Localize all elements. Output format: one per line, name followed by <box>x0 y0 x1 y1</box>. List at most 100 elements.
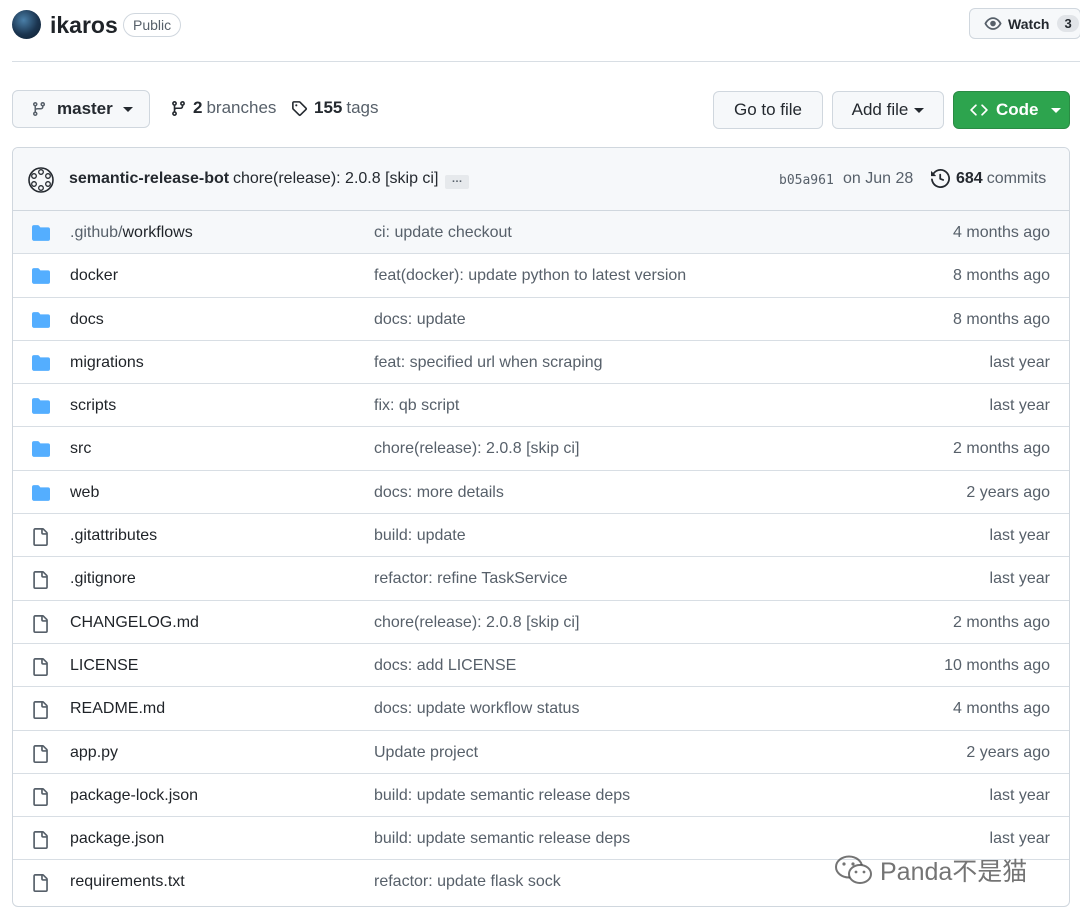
folder-icon <box>31 440 51 463</box>
code-label: Code <box>996 100 1039 119</box>
expand-commit-button[interactable]: … <box>445 174 469 189</box>
branches-label: branches <box>206 98 277 117</box>
file-row[interactable]: package-lock.json build: update semantic … <box>13 774 1069 818</box>
file-name[interactable]: src <box>70 440 91 457</box>
file-name[interactable]: web <box>70 484 99 501</box>
file-commit-message[interactable]: fix: qb script <box>374 397 459 415</box>
file-name[interactable]: .gitattributes <box>70 527 157 544</box>
file-name-link[interactable]: package-lock.json <box>70 787 198 805</box>
file-commit-message[interactable]: chore(release): 2.0.8 [skip ci] <box>374 440 579 458</box>
file-row[interactable]: src chore(release): 2.0.8 [skip ci] 2 mont… <box>13 427 1069 471</box>
file-commit-message[interactable]: docs: add LICENSE <box>374 657 516 675</box>
file-commit-message[interactable]: feat: specified url when scraping <box>374 354 603 372</box>
commit-date: on Jun 28 <box>843 170 914 187</box>
file-list: .github/workflows ci: update checkout 4 mo… <box>13 211 1069 904</box>
file-commit-message[interactable]: build: update semantic release deps <box>374 787 630 805</box>
file-row[interactable]: scripts fix: qb script last year <box>13 384 1069 428</box>
file-row[interactable]: .github/workflows ci: update checkout 4 mo… <box>13 211 1069 255</box>
commits-history-link[interactable]: 684 commits <box>931 169 1046 188</box>
file-name[interactable]: package-lock.json <box>70 787 198 804</box>
repo-avatar[interactable] <box>12 10 41 39</box>
file-commit-message[interactable]: refactor: update flask sock <box>374 873 561 891</box>
file-commit-age: 2 years ago <box>966 743 1050 761</box>
file-commit-age: 2 years ago <box>966 483 1050 501</box>
file-commit-message[interactable]: docs: update <box>374 311 466 329</box>
file-name[interactable]: LICENSE <box>70 657 138 674</box>
file-row[interactable]: docs docs: update 8 months ago <box>13 298 1069 341</box>
file-icon <box>31 830 49 855</box>
go-to-file-button[interactable]: Go to file <box>713 91 823 129</box>
file-name[interactable]: CHANGELOG.md <box>70 614 199 631</box>
file-commit-age: 4 months ago <box>953 224 1050 241</box>
go-to-file-label: Go to file <box>733 100 803 119</box>
branches-link[interactable]: 2 branches <box>170 98 276 118</box>
commits-count: 684 <box>956 169 983 187</box>
file-name-link[interactable]: requirements.txt <box>70 873 185 891</box>
file-name[interactable]: package.json <box>70 830 164 847</box>
file-name-link[interactable]: .github/workflows <box>70 224 193 242</box>
file-commit-age: last year <box>989 397 1050 415</box>
file-name-link[interactable]: .gitattributes <box>70 527 157 545</box>
file-name[interactable]: migrations <box>70 354 144 371</box>
file-name-link[interactable]: LICENSE <box>70 657 138 675</box>
branch-select-button[interactable]: master <box>12 90 150 128</box>
file-icon <box>31 873 49 898</box>
bot-avatar-icon[interactable] <box>27 166 55 194</box>
commit-sha[interactable]: b05a961 <box>779 173 834 188</box>
file-row[interactable]: .gitattributes build: update last year <box>13 514 1069 558</box>
chevron-down-icon <box>914 107 925 113</box>
file-icon <box>31 527 49 552</box>
commit-author[interactable]: semantic-release-bot <box>69 170 229 188</box>
file-name-link[interactable]: CHANGELOG.md <box>70 614 199 632</box>
repo-header: ikaros Public Watch 3 <box>12 8 1080 44</box>
file-name-link[interactable]: package.json <box>70 830 164 848</box>
file-name-link[interactable]: docker <box>70 267 118 285</box>
file-icon <box>31 570 49 595</box>
file-name[interactable]: docker <box>70 267 118 284</box>
watch-button[interactable]: Watch 3 <box>969 8 1080 39</box>
file-commit-age: 10 months ago <box>944 656 1050 674</box>
file-row[interactable]: docker feat(docker): update python to lat… <box>13 254 1069 298</box>
file-name[interactable]: app.py <box>70 744 118 761</box>
commit-message[interactable]: chore(release): 2.0.8 [skip ci] <box>233 170 438 188</box>
file-row[interactable]: README.md docs: update workflow status 4 m… <box>13 687 1069 731</box>
file-commit-message[interactable]: ci: update checkout <box>374 224 512 242</box>
file-commit-message[interactable]: feat(docker): update python to latest ve… <box>374 267 686 285</box>
file-commit-message[interactable]: chore(release): 2.0.8 [skip ci] <box>374 614 579 632</box>
file-name-link[interactable]: docs <box>70 311 104 329</box>
repo-name[interactable]: ikaros <box>50 10 118 40</box>
wechat-icon <box>835 855 872 884</box>
file-name-link[interactable]: migrations <box>70 354 144 372</box>
file-name[interactable]: docs <box>70 311 104 328</box>
file-icon <box>31 787 49 812</box>
file-name[interactable]: scripts <box>70 397 116 414</box>
file-name[interactable]: README.md <box>70 700 165 717</box>
file-name-link[interactable]: README.md <box>70 700 165 718</box>
code-button[interactable]: Code <box>953 91 1070 129</box>
add-file-button[interactable]: Add file <box>832 91 944 129</box>
file-commit-message[interactable]: docs: update workflow status <box>374 700 579 718</box>
file-commit-message[interactable]: Update project <box>374 744 478 762</box>
file-row[interactable]: migrations feat: specified url when scrap… <box>13 341 1069 385</box>
file-name-link[interactable]: scripts <box>70 397 116 415</box>
file-name-link[interactable]: src <box>70 440 91 458</box>
file-commit-message[interactable]: docs: more details <box>374 484 504 502</box>
file-row[interactable]: app.py Update project 2 years ago <box>13 731 1069 774</box>
file-row[interactable]: LICENSE docs: add LICENSE 10 months ago <box>13 644 1069 688</box>
file-name-link[interactable]: web <box>70 484 99 502</box>
file-commit-message[interactable]: refactor: refine TaskService <box>374 570 568 588</box>
file-row[interactable]: CHANGELOG.md chore(release): 2.0.8 [skip … <box>13 601 1069 644</box>
file-name-link[interactable]: .gitignore <box>70 570 136 588</box>
file-name-prefix[interactable]: .github/ <box>70 224 122 241</box>
file-name[interactable]: workflows <box>122 224 192 241</box>
file-name-link[interactable]: app.py <box>70 744 118 762</box>
file-commit-message[interactable]: build: update semantic release deps <box>374 830 630 848</box>
folder-icon <box>31 224 51 247</box>
file-commit-message[interactable]: build: update <box>374 527 466 545</box>
file-row[interactable]: web docs: more details 2 years ago <box>13 471 1069 515</box>
tags-link[interactable]: 155 tags <box>291 98 379 118</box>
file-name[interactable]: .gitignore <box>70 570 136 587</box>
file-row[interactable]: .gitignore refactor: refine TaskService la… <box>13 557 1069 601</box>
file-name[interactable]: requirements.txt <box>70 873 185 890</box>
tags-label: tags <box>346 98 379 117</box>
